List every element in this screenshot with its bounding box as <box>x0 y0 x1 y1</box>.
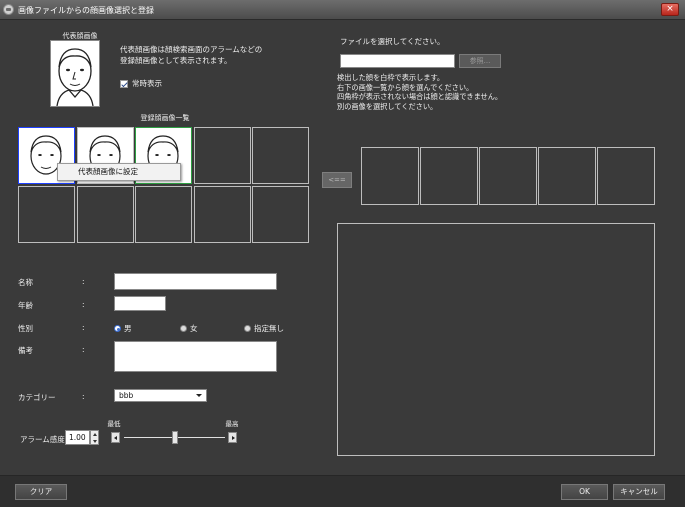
alarm-sensitivity-input[interactable]: 1.00 <box>65 430 90 445</box>
checkbox-checked-icon[interactable] <box>120 79 128 88</box>
title-bar: 画像ファイルからの顔画像選択と登録 × <box>0 0 685 20</box>
detected-face-slot-1[interactable] <box>361 147 419 205</box>
bottom-bar: クリア OK キャンセル <box>0 475 685 507</box>
radio-unselected-icon[interactable] <box>180 325 187 332</box>
cancel-button[interactable]: キャンセル <box>613 484 665 500</box>
name-colon: : <box>82 277 85 286</box>
clear-button[interactable]: クリア <box>15 484 67 500</box>
representative-description: 代表顔画像は顔検索画面のアラームなどの 登録顔画像として表示されます。 <box>120 44 262 66</box>
registered-face-slot-8[interactable] <box>135 185 192 243</box>
context-menu-set-representative[interactable]: 代表顔画像に設定 <box>57 163 181 181</box>
gender-label: 性別 <box>18 324 33 333</box>
gender-radio-female[interactable]: 女 <box>180 323 198 334</box>
file-instructions: 検出した顔を白枠で表示します。 右下の画像一覧から顔を選んでください。 四角枠が… <box>337 73 502 111</box>
instruction-line-1: 検出した顔を白枠で表示します。 <box>337 73 445 82</box>
instruction-line-4: 別の画像を選択してください。 <box>337 101 438 111</box>
close-button[interactable]: × <box>661 3 679 16</box>
category-colon: : <box>82 392 85 401</box>
slider-max-label: 最高 <box>225 420 239 428</box>
name-label: 名称 <box>18 278 33 287</box>
registered-face-slot-7[interactable] <box>76 185 134 243</box>
detected-face-slot-5[interactable] <box>597 147 655 205</box>
spin-down-icon[interactable] <box>92 440 97 443</box>
note-input[interactable] <box>114 341 277 372</box>
gender-radio-unspecified[interactable]: 指定無し <box>244 323 284 334</box>
always-show-checkbox[interactable]: 常時表示 <box>120 78 162 89</box>
description-line-1: 代表顔画像は顔検索画面のアラームなどの <box>120 45 263 54</box>
gender-male-label: 男 <box>124 324 132 333</box>
slider-min-label: 最低 <box>107 420 121 428</box>
app-icon <box>3 4 14 15</box>
age-colon: : <box>82 300 85 309</box>
registered-list-heading: 登録顔画像一覧 <box>140 114 190 122</box>
instruction-line-3: 四角枠が表示されない場合は顔と認識できません。 <box>337 92 503 101</box>
name-input[interactable] <box>114 273 277 290</box>
representative-face-image <box>50 40 100 107</box>
description-line-2: 登録顔画像として表示されます。 <box>120 56 232 65</box>
move-to-registered-button[interactable]: <== <box>322 172 352 188</box>
age-label: 年齢 <box>18 301 33 310</box>
detected-face-slot-3[interactable] <box>479 147 537 205</box>
gender-radio-male[interactable]: 男 <box>114 323 132 334</box>
detected-face-slot-2[interactable] <box>420 147 478 205</box>
radio-selected-icon[interactable] <box>114 325 121 332</box>
registered-face-grid <box>18 127 309 243</box>
detected-face-row <box>361 147 655 205</box>
category-label: カテゴリー <box>18 393 56 402</box>
note-label: 備考 <box>18 346 33 355</box>
registered-face-slot-6[interactable] <box>18 185 75 243</box>
registered-face-slot-9[interactable] <box>193 185 251 243</box>
slider-increase-button[interactable] <box>228 432 237 443</box>
window-title: 画像ファイルからの顔画像選択と登録 <box>18 6 154 15</box>
image-preview-panel[interactable] <box>337 223 655 456</box>
detected-face-slot-4[interactable] <box>538 147 596 205</box>
alarm-sensitivity-label: アラーム感度 <box>20 435 65 444</box>
file-path-input[interactable] <box>340 54 455 68</box>
registered-face-slot-4[interactable] <box>193 127 251 184</box>
age-input[interactable] <box>114 296 166 311</box>
radio-unselected-icon[interactable] <box>244 325 251 332</box>
spin-up-icon[interactable] <box>92 433 97 436</box>
gender-female-label: 女 <box>190 324 198 333</box>
slider-thumb[interactable] <box>171 431 178 444</box>
ok-button[interactable]: OK <box>561 484 608 500</box>
registered-face-slot-5[interactable] <box>252 127 309 184</box>
registered-face-slot-10[interactable] <box>252 185 309 243</box>
gender-colon: : <box>82 323 85 332</box>
instruction-line-2: 右下の画像一覧から顔を選んでください。 <box>337 82 474 92</box>
slider-decrease-button[interactable] <box>111 432 120 443</box>
chevron-down-icon <box>196 394 202 397</box>
always-show-label: 常時表示 <box>132 79 162 88</box>
note-colon: : <box>82 345 85 354</box>
browse-button[interactable]: 参照... <box>459 54 501 68</box>
category-select[interactable]: bbb <box>114 389 207 402</box>
gender-unspecified-label: 指定無し <box>254 324 284 333</box>
category-value: bbb <box>119 391 134 400</box>
alarm-sensitivity-spinner[interactable] <box>90 430 99 445</box>
file-prompt: ファイルを選択してください。 <box>340 37 445 46</box>
